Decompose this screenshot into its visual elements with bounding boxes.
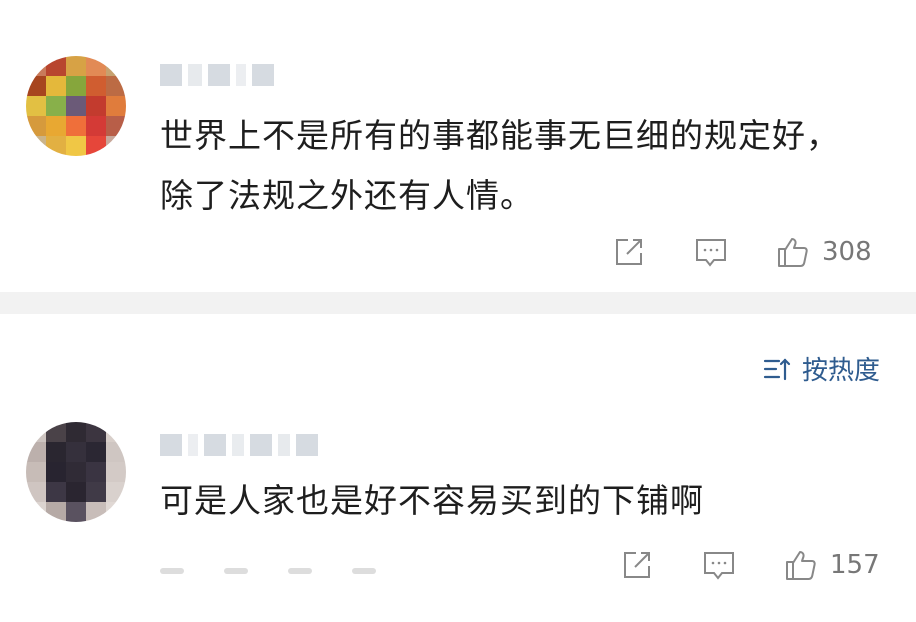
timestamp-blurred <box>160 568 460 578</box>
comment-icon <box>704 552 734 580</box>
username-blurred[interactable] <box>160 430 318 460</box>
comment-actions: 157 <box>620 545 880 585</box>
reply-button[interactable] <box>702 548 736 582</box>
thumbs-up-icon <box>786 551 816 580</box>
avatar[interactable] <box>26 422 126 522</box>
like-button[interactable]: 157 <box>784 548 880 582</box>
comment-item: 可是人家也是好不容易买到的下铺啊 157 <box>0 0 916 622</box>
share-icon <box>624 552 650 578</box>
share-button[interactable] <box>620 548 654 582</box>
avatar-image <box>26 422 126 522</box>
comment-text: 可是人家也是好不容易买到的下铺啊 <box>160 481 704 520</box>
like-count: 157 <box>830 550 880 580</box>
